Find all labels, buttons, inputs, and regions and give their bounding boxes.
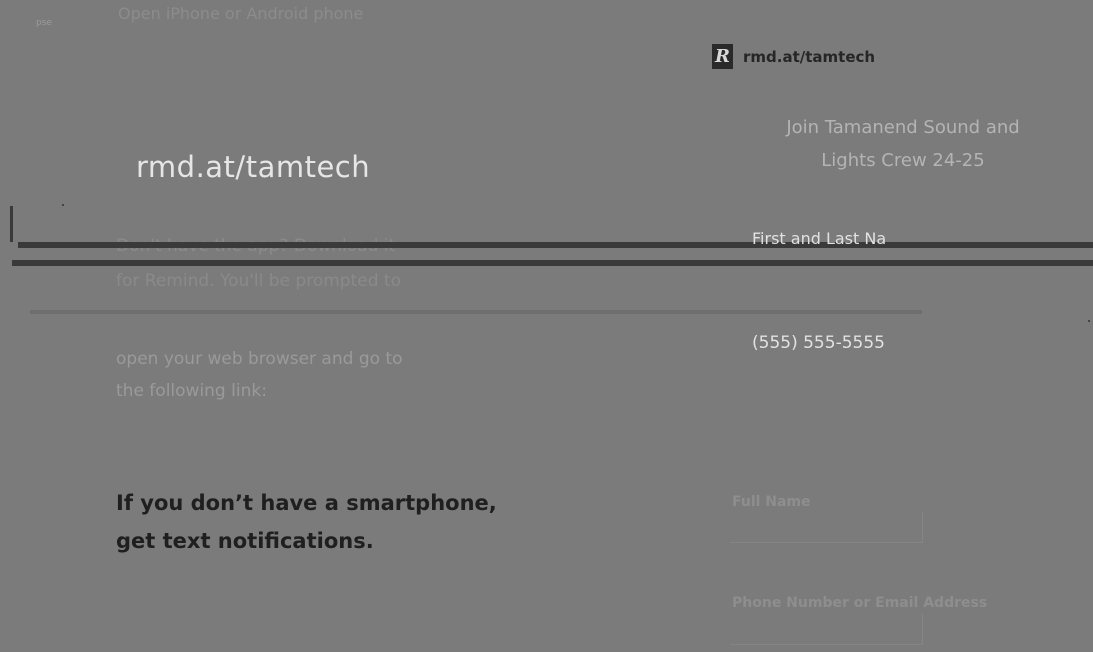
class-title-line-1: Join Tamanend Sound and bbox=[786, 117, 1020, 138]
sms-heading-line-1: If you don’t have a smartphone, bbox=[116, 491, 497, 515]
sms-notification-heading: If you don’t have a smartphone, get text… bbox=[116, 484, 497, 560]
browser-instructions-line-1: open your web browser and go to bbox=[116, 349, 403, 369]
contact-field[interactable] bbox=[730, 614, 923, 645]
brand-url[interactable]: rmd.at/tamtech bbox=[743, 48, 875, 66]
faded-instruction-line-2: for Remind. You'll be prompted to bbox=[116, 271, 401, 291]
full-name-field[interactable] bbox=[730, 512, 923, 543]
phone-input[interactable]: (555) 555-5555 bbox=[752, 333, 885, 353]
artifact-band-bottom bbox=[12, 260, 1093, 266]
contact-label: Phone Number or Email Address bbox=[732, 595, 988, 611]
artifact-band-faint bbox=[30, 310, 922, 314]
class-title: Join Tamanend Sound and Lights Crew 24-2… bbox=[740, 111, 1066, 177]
first-last-name-input[interactable]: First and Last Na bbox=[752, 229, 886, 248]
browser-instructions: open your web browser and go to the foll… bbox=[116, 343, 403, 407]
artifact-speck bbox=[1088, 320, 1090, 322]
artifact-band-top bbox=[18, 242, 1093, 248]
join-url-heading[interactable]: rmd.at/tamtech bbox=[136, 150, 370, 184]
brand-header: R rmd.at/tamtech bbox=[712, 44, 875, 69]
sms-heading-line-2: get text notifications. bbox=[116, 529, 374, 553]
artifact-edge-left bbox=[10, 206, 13, 242]
full-name-label: Full Name bbox=[732, 494, 811, 510]
artifact-speck bbox=[62, 204, 64, 206]
browser-instructions-line-2: the following link: bbox=[116, 381, 267, 401]
remind-logo-icon: R bbox=[712, 44, 733, 69]
remind-join-page: pse Open iPhone or Android phone rmd.at/… bbox=[0, 0, 1093, 652]
class-title-line-2: Lights Crew 24-25 bbox=[821, 150, 985, 171]
corner-mark: pse bbox=[36, 18, 52, 28]
instruction-fragment: Open iPhone or Android phone bbox=[118, 4, 364, 23]
